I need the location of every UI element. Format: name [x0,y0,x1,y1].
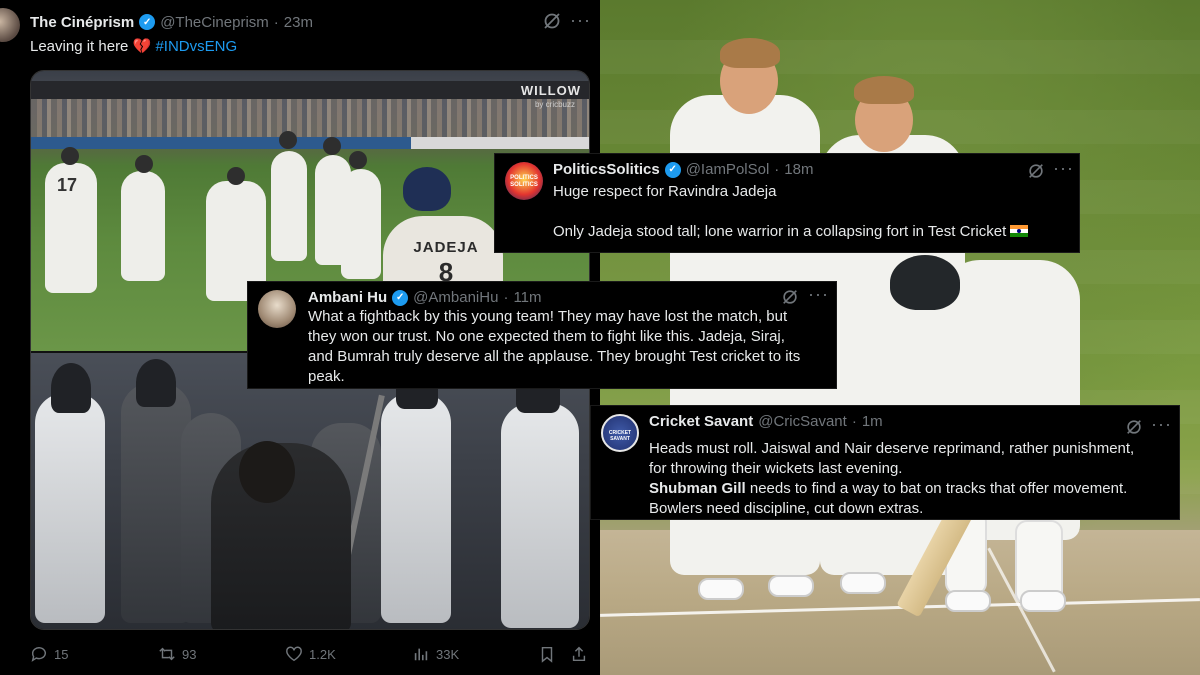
timestamp[interactable]: 23m [284,14,313,31]
author-handle[interactable]: @IamPolSol [686,161,770,178]
verified-badge-icon: ✓ [392,289,409,306]
tweet-text-prefix: Leaving it here [30,38,129,55]
repost-button[interactable]: 93 [158,645,196,663]
verified-badge-icon: ✓ [664,161,681,178]
like-count: 1.2K [309,646,336,662]
jadeja-helmet [403,167,451,211]
views-icon [414,648,428,661]
more-options-icon[interactable]: ··· [1053,158,1074,179]
broken-heart-emoji: 💔 [132,38,152,55]
more-options-icon[interactable]: ··· [1151,414,1172,435]
tweet-header: PoliticsSolitics ✓ @IamPolSol · 18m [553,161,813,178]
views-button[interactable]: 33K [412,645,459,663]
avatar[interactable]: CRICKET SAVANT [601,414,639,452]
tweet-card-politicssolitics[interactable]: POLITICS SOLITICS PoliticsSolitics ✓ @Ia… [494,153,1080,253]
tweet-text: Heads must roll. Jaiswal and Nair deserv… [649,439,1134,519]
author-name[interactable]: The Cinéprism [30,14,134,31]
bookmark-button[interactable] [538,645,556,663]
repost-count: 93 [182,646,197,662]
tweet-line-1: Heads must roll. Jaiswal and Nair deserv… [649,440,1135,457]
author-name[interactable]: Ambani Hu [308,289,387,306]
avatar-text: POLITICS SOLITICS [510,175,538,188]
tweet-header: The Cinéprism ✓ @TheCineprism · 23m [30,12,313,32]
shirt-number-17: 17 [57,175,78,195]
separator-dot: · [851,413,857,430]
share-icon [572,646,586,662]
tweet-line-4: peak. [308,368,345,385]
grok-icon[interactable] [781,288,799,306]
share-button[interactable] [570,645,588,663]
tweet-text: Huge respect for Ravindra Jadeja Only Ja… [553,182,1029,242]
author-name[interactable]: PoliticsSolitics [553,161,660,178]
tweet-line-4: Bowlers need discipline, cut down extras… [649,500,924,517]
tweet-header: Cricket Savant @CricSavant · 1m [649,413,883,430]
avatar[interactable] [0,8,20,42]
tweet-line-2: for throwing their wickets last evening. [649,460,903,477]
broadcaster-logo: WILLOW [520,83,581,98]
reply-count: 15 [54,646,69,662]
grok-icon[interactable] [1027,162,1045,180]
more-options-icon[interactable]: ··· [570,10,591,31]
tweet-text: What a fightback by this young team! The… [308,307,800,387]
bold-name: Shubman Gill [649,480,746,497]
grok-icon[interactable] [1125,418,1143,436]
author-handle[interactable]: @CricSavant [758,413,847,430]
tweet-line-2: they won our trust. No one expected them… [308,328,785,345]
tweet-line-1: Huge respect for Ravindra Jadeja [553,183,777,200]
avatar[interactable]: POLITICS SOLITICS [505,162,543,200]
india-flag-icon [1010,225,1029,237]
tweet-card-cricketsavant[interactable]: CRICKET SAVANT Cricket Savant @CricSavan… [590,405,1180,520]
separator-dot: · [774,161,780,178]
avatar-text: CRICKET SAVANT [608,430,632,442]
separator-dot: · [503,289,509,306]
broadcaster-sub: by cricbuzz [534,100,575,109]
more-options-icon[interactable]: ··· [808,284,829,305]
tweet-card-ambanihu[interactable]: Ambani Hu ✓ @AmbaniHu · 11m ··· What a f… [247,281,837,389]
reply-icon [31,647,46,662]
verified-badge-icon: ✓ [139,14,156,30]
media-image-battle-scene[interactable] [31,353,589,629]
tweet-header: Ambani Hu ✓ @AmbaniHu · 11m [308,289,542,306]
tweet-line-3: Shubman Gill needs to find a way to bat … [649,480,1128,497]
tweet-line-3: and Bumrah truly deserve all the applaus… [308,348,801,365]
timestamp[interactable]: 1m [862,413,883,430]
separator-dot: · [273,13,279,31]
avatar[interactable] [258,290,296,328]
batter-helmet [890,255,960,310]
author-handle[interactable]: @TheCineprism [160,14,269,31]
tweet-text: Leaving it here 💔 #INDvsENG [30,37,237,55]
author-handle[interactable]: @AmbaniHu [413,289,498,306]
author-name[interactable]: Cricket Savant [649,413,753,430]
tweet-actions: 15 93 1.2K 33K [30,645,590,667]
bookmark-icon [541,646,553,663]
repost-icon [159,647,175,661]
jersey-name: JADEJA [413,239,479,256]
timestamp[interactable]: 18m [784,161,813,178]
reply-button[interactable]: 15 [30,645,68,663]
tweet-line-1: What a fightback by this young team! The… [308,308,788,325]
grok-icon[interactable] [542,11,562,31]
hashtag-link[interactable]: #INDvsENG [155,38,237,55]
like-button[interactable]: 1.2K [285,645,336,663]
timestamp[interactable]: 11m [513,289,541,306]
tweet-line-3: Only Jadeja stood tall; lone warrior in … [553,222,1029,242]
views-count: 33K [436,646,460,662]
heart-icon [286,646,302,662]
